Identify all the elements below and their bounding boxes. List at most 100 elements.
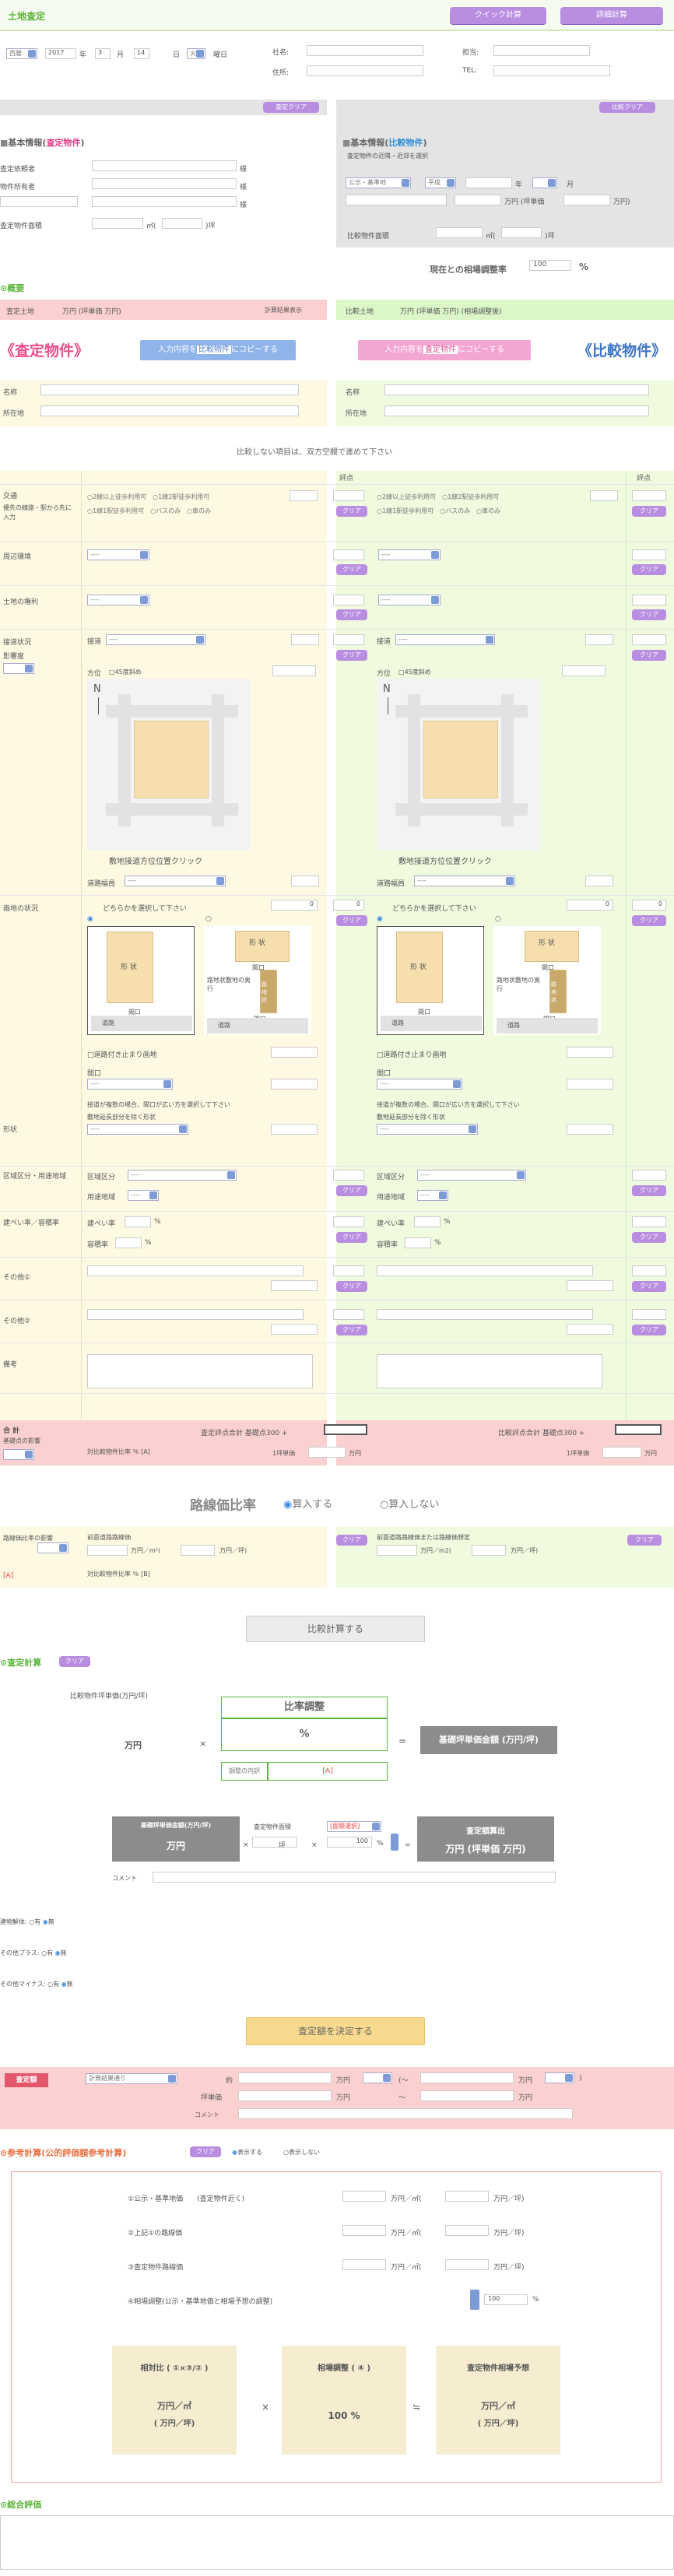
compare-address-input[interactable] (346, 195, 447, 205)
ref-1-m2[interactable] (342, 2191, 386, 2202)
ref-2-m2[interactable] (342, 2225, 386, 2236)
month-input[interactable]: 3 (95, 48, 111, 59)
left-road-width-select[interactable]: ---- (125, 876, 226, 886)
era-select[interactable]: 西暦 (6, 48, 37, 59)
ref-show-radio[interactable]: ◉表示する (232, 2148, 262, 2157)
right-depth-check[interactable]: □道路付き止まり画地 (377, 1049, 447, 1059)
right-zone-clear[interactable]: クリア (632, 1185, 666, 1196)
compare-area-tsubo-input[interactable] (501, 227, 542, 238)
right-zone-score[interactable] (632, 1170, 666, 1181)
right-shape-value[interactable]: 0 (567, 900, 613, 911)
owner-input[interactable] (92, 178, 237, 189)
compare-month-select[interactable] (532, 177, 557, 188)
right-other1-score[interactable] (632, 1265, 666, 1276)
right-depth-input[interactable] (567, 1047, 613, 1058)
right-side-input[interactable] (585, 634, 613, 645)
ref-clear-button[interactable]: クリア (190, 2146, 221, 2157)
quick-calc-button[interactable]: クイック計算 (450, 7, 546, 24)
owner-sub-input[interactable] (0, 196, 78, 207)
result-tsubo-low[interactable] (238, 2090, 332, 2101)
result-high-unit[interactable] (545, 2072, 574, 2083)
right-other2-value[interactable] (567, 1324, 613, 1335)
right-env-select[interactable]: ---- (378, 549, 441, 560)
right-traffic-input[interactable] (590, 490, 618, 501)
right-other2-clear[interactable]: クリア (632, 1325, 666, 1335)
left-access-score[interactable] (333, 634, 364, 645)
compare-price-input[interactable] (455, 195, 501, 205)
right-shape-clear[interactable]: クリア (632, 915, 666, 926)
ref-2-tsubo[interactable] (445, 2225, 489, 2236)
left-zone-score[interactable] (333, 1170, 364, 1181)
left-access-clear[interactable]: クリア (336, 650, 367, 661)
company-input[interactable] (307, 45, 423, 56)
left-total-input[interactable] (324, 1424, 367, 1435)
stepper-icon[interactable] (391, 1834, 398, 1851)
road-ratio-include[interactable]: ◉算入する (283, 1496, 332, 1511)
left-shape-clear[interactable]: クリア (336, 915, 367, 926)
left-other2-value[interactable] (271, 1324, 318, 1335)
left-traffic-input[interactable] (290, 490, 318, 501)
result-tsubo-high[interactable] (420, 2090, 514, 2101)
right-shape-score[interactable]: 0 (632, 900, 666, 911)
right-env-clear[interactable]: クリア (632, 564, 666, 575)
owner2-input[interactable] (92, 196, 237, 207)
right-ratio-clear[interactable]: クリア (632, 1232, 666, 1243)
requester-input[interactable] (92, 160, 237, 171)
right-rights-select[interactable]: ---- (378, 595, 441, 605)
right-traffic-clear[interactable]: クリア (632, 506, 666, 517)
right-frontage-input[interactable] (567, 1079, 613, 1090)
right-other2-score[interactable] (632, 1309, 666, 1320)
right-site-map[interactable]: N (377, 679, 540, 850)
result-low-input[interactable] (238, 2072, 332, 2083)
right-road-m2-input[interactable] (377, 1545, 417, 1556)
right-shape-a[interactable]: 形 状 間口 道路 (377, 926, 484, 1035)
ref-3-m2[interactable] (342, 2259, 386, 2270)
right-ratio-b-input[interactable] (405, 1237, 431, 1248)
road-ratio-select[interactable] (37, 1542, 68, 1553)
right-ratio-score[interactable] (632, 1216, 666, 1227)
stepper-icon[interactable] (470, 2290, 479, 2310)
calc-comment-input[interactable] (153, 1872, 556, 1883)
left-road-width-input[interactable] (291, 876, 319, 886)
compare-year-input[interactable] (465, 177, 512, 188)
right-road-width-select[interactable]: ---- (414, 876, 515, 886)
access-influence-select[interactable] (3, 663, 34, 674)
plus-row[interactable]: その他プラス: ○有 ◉無 (0, 1949, 67, 1957)
ratio-adjust-value[interactable]: % (221, 1718, 388, 1751)
year-input[interactable]: 2017 (45, 48, 76, 59)
right-other2-input[interactable] (377, 1309, 593, 1320)
calc-hundred-input[interactable]: 100 (327, 1837, 372, 1848)
right-irreg-select[interactable]: ---- (377, 1124, 478, 1135)
right-other1-value[interactable] (567, 1280, 613, 1291)
result-select[interactable]: 計算結果通り (86, 2073, 177, 2084)
road-ratio-exclude[interactable]: ○算入しない (380, 1496, 439, 1511)
right-ratio-a-input[interactable] (414, 1216, 441, 1227)
left-unit-price-input[interactable] (308, 1447, 346, 1458)
tel-input[interactable] (493, 65, 610, 76)
left-other1-value[interactable] (271, 1280, 318, 1291)
left-zone-b-select[interactable]: ---- (128, 1190, 159, 1201)
left-shape-radio-a[interactable]: ◉ (87, 915, 93, 923)
left-other2-score[interactable] (333, 1309, 364, 1320)
compare-tsubo-input[interactable] (563, 195, 610, 205)
left-rights-select[interactable]: ---- (87, 595, 149, 605)
left-traffic-options[interactable]: ○2線以上徒歩利用可 ○1線2駅徒歩利用可 ○1線1駅徒歩利用可 ○バスのみ ○… (87, 490, 297, 518)
area-choice-select[interactable]: [面積選択] (327, 1821, 381, 1832)
compare-clear-button[interactable]: 比較クリア (599, 102, 655, 113)
left-road-tsubo-input[interactable] (181, 1545, 215, 1556)
left-other2-input[interactable] (87, 1309, 304, 1320)
left-other1-clear[interactable]: クリア (336, 1281, 367, 1292)
left-shape-a[interactable]: 形 状 間口 道路 (87, 926, 195, 1035)
right-frontage-select[interactable]: ---- (377, 1079, 462, 1090)
right-road-clear[interactable]: クリア (627, 1535, 662, 1546)
right-rights-score[interactable] (632, 595, 666, 605)
ref-1-tsubo[interactable] (445, 2191, 489, 2202)
calc-clear-button[interactable]: クリア (59, 1656, 90, 1667)
left-irreg-select[interactable]: ---- (87, 1124, 188, 1135)
appraisal-clear-button[interactable]: 査定クリア (263, 102, 319, 113)
left-ratio-b-input[interactable] (115, 1237, 142, 1248)
left-shape-value[interactable]: 0 (271, 900, 318, 911)
left-deg-option[interactable]: □45度斜め (109, 668, 142, 676)
right-access-score[interactable] (632, 634, 666, 645)
left-env-score[interactable] (333, 549, 364, 560)
